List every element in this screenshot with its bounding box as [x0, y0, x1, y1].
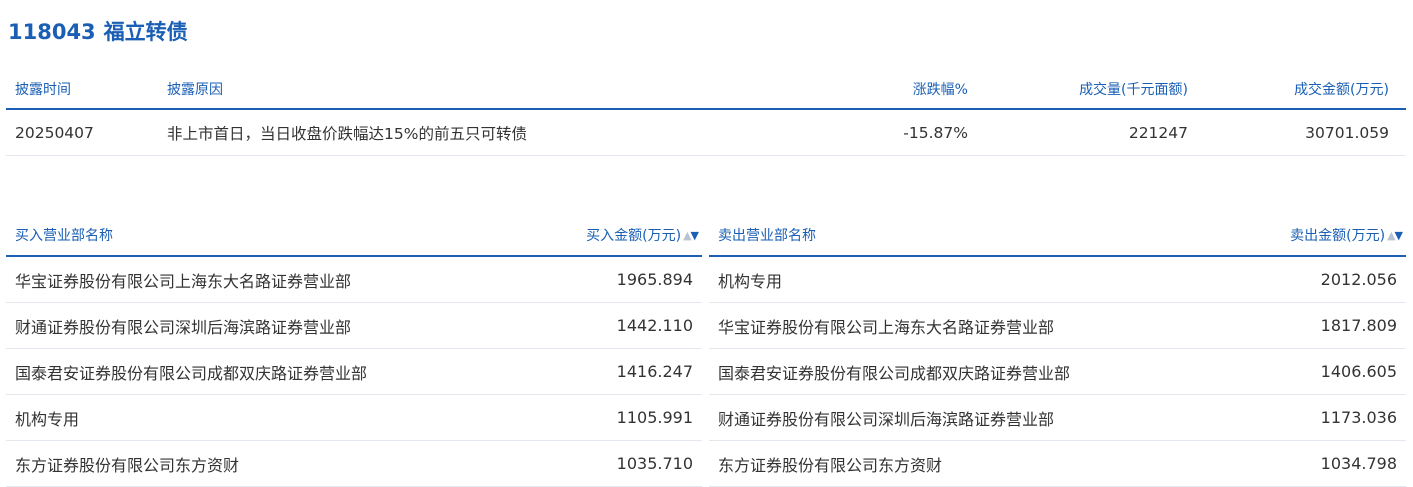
table-row: 机构专用 2012.056 — [709, 257, 1406, 303]
table-row: 财通证券股份有限公司深圳后海滨路证券营业部 1442.110 — [6, 303, 702, 349]
table-row: 机构专用 1105.991 — [6, 395, 702, 441]
sell-table-header: 卖出营业部名称 卖出金额(万元) ▲ ▼ — [709, 215, 1406, 257]
table-row: 20250407 非上市首日，当日收盘价跌幅达15%的前五只可转债 -15.87… — [6, 110, 1406, 156]
broker-name: 国泰君安证券股份有限公司成都双庆路证券营业部 — [15, 363, 368, 383]
disclosure-date: 20250407 — [15, 123, 94, 142]
sort-icon[interactable]: ▲ ▼ — [683, 228, 700, 242]
buy-amount-header-label: 买入金额(万元) — [586, 228, 682, 244]
sell-amount-sort-header[interactable]: 卖出金额(万元) ▲ ▼ — [1290, 215, 1404, 255]
buy-amount: 1416.247 — [616, 362, 693, 381]
broker-name: 华宝证券股份有限公司上海东大名路证券营业部 — [718, 317, 1055, 337]
sell-amount: 2012.056 — [1320, 270, 1397, 289]
buy-amount: 1035.710 — [616, 454, 693, 473]
column-header-date: 披露时间 — [15, 82, 71, 98]
table-row: 华宝证券股份有限公司上海东大名路证券营业部 1817.809 — [709, 303, 1406, 349]
sell-amount: 1817.809 — [1320, 316, 1397, 335]
disclosure-table-header: 披露时间 披露原因 涨跌幅% 成交量(千元面额) 成交金额(万元) — [6, 70, 1406, 110]
buy-table-header: 买入营业部名称 买入金额(万元) ▲ ▼ — [6, 215, 702, 257]
table-row: 华宝证券股份有限公司上海东大名路证券营业部 1965.894 — [6, 257, 702, 303]
buy-amount: 1965.894 — [616, 270, 693, 289]
table-row: 国泰君安证券股份有限公司成都双庆路证券营业部 1416.247 — [6, 349, 702, 395]
sort-asc-icon: ▲ — [683, 228, 692, 242]
bond-code: 118043 — [8, 20, 96, 44]
broker-name: 财通证券股份有限公司深圳后海滨路证券营业部 — [15, 317, 352, 337]
buy-broker-table: 买入营业部名称 买入金额(万元) ▲ ▼ 华宝证券股份有限公司上海东大名路证券营业… — [6, 215, 702, 487]
disclosure-table: 披露时间 披露原因 涨跌幅% 成交量(千元面额) 成交金额(万元) 202504… — [6, 70, 1406, 156]
sell-amount: 1406.605 — [1320, 362, 1397, 381]
column-header-reason: 披露原因 — [167, 82, 223, 98]
broker-name: 机构专用 — [15, 409, 80, 429]
table-row: 财通证券股份有限公司深圳后海滨路证券营业部 1173.036 — [709, 395, 1406, 441]
buy-name-header: 买入营业部名称 — [15, 228, 113, 244]
trade-volume: 221247 — [1128, 123, 1188, 142]
sort-desc-icon: ▼ — [1394, 228, 1404, 242]
column-header-amount: 成交金额(万元) — [1294, 82, 1389, 98]
sort-icon[interactable]: ▲ ▼ — [1387, 228, 1404, 242]
sort-desc-icon: ▼ — [690, 228, 700, 242]
buy-amount-sort-header[interactable]: 买入金额(万元) ▲ ▼ — [586, 215, 700, 255]
page-title: 118043 福立转债 — [8, 16, 188, 46]
table-row: 国泰君安证券股份有限公司成都双庆路证券营业部 1406.605 — [709, 349, 1406, 395]
bond-name: 福立转债 — [103, 20, 188, 44]
broker-name: 东方证券股份有限公司东方资财 — [718, 455, 943, 475]
broker-name: 东方证券股份有限公司东方资财 — [15, 455, 240, 475]
disclosure-reason: 非上市首日，当日收盘价跌幅达15%的前五只可转债 — [167, 124, 527, 143]
column-header-volume: 成交量(千元面额) — [1079, 82, 1188, 98]
sell-name-header: 卖出营业部名称 — [718, 228, 816, 244]
buy-amount: 1105.991 — [616, 408, 693, 427]
sell-broker-table: 卖出营业部名称 卖出金额(万元) ▲ ▼ 机构专用 2012.056 华宝证券股份… — [709, 215, 1406, 487]
broker-name: 财通证券股份有限公司深圳后海滨路证券营业部 — [718, 409, 1055, 429]
trade-amount: 30701.059 — [1305, 123, 1389, 142]
broker-name: 机构专用 — [718, 271, 783, 291]
table-row: 东方证券股份有限公司东方资财 1034.798 — [709, 441, 1406, 487]
buy-amount: 1442.110 — [616, 316, 693, 335]
broker-name: 华宝证券股份有限公司上海东大名路证券营业部 — [15, 271, 352, 291]
broker-name: 国泰君安证券股份有限公司成都双庆路证券营业部 — [718, 363, 1071, 383]
sort-asc-icon: ▲ — [1387, 228, 1396, 242]
table-row: 东方证券股份有限公司东方资财 1035.710 — [6, 441, 702, 487]
price-change: -15.87% — [903, 123, 968, 142]
sell-amount: 1034.798 — [1320, 454, 1397, 473]
sell-amount: 1173.036 — [1320, 408, 1397, 427]
sell-amount-header-label: 卖出金额(万元) — [1290, 228, 1386, 244]
column-header-change: 涨跌幅% — [912, 82, 968, 98]
